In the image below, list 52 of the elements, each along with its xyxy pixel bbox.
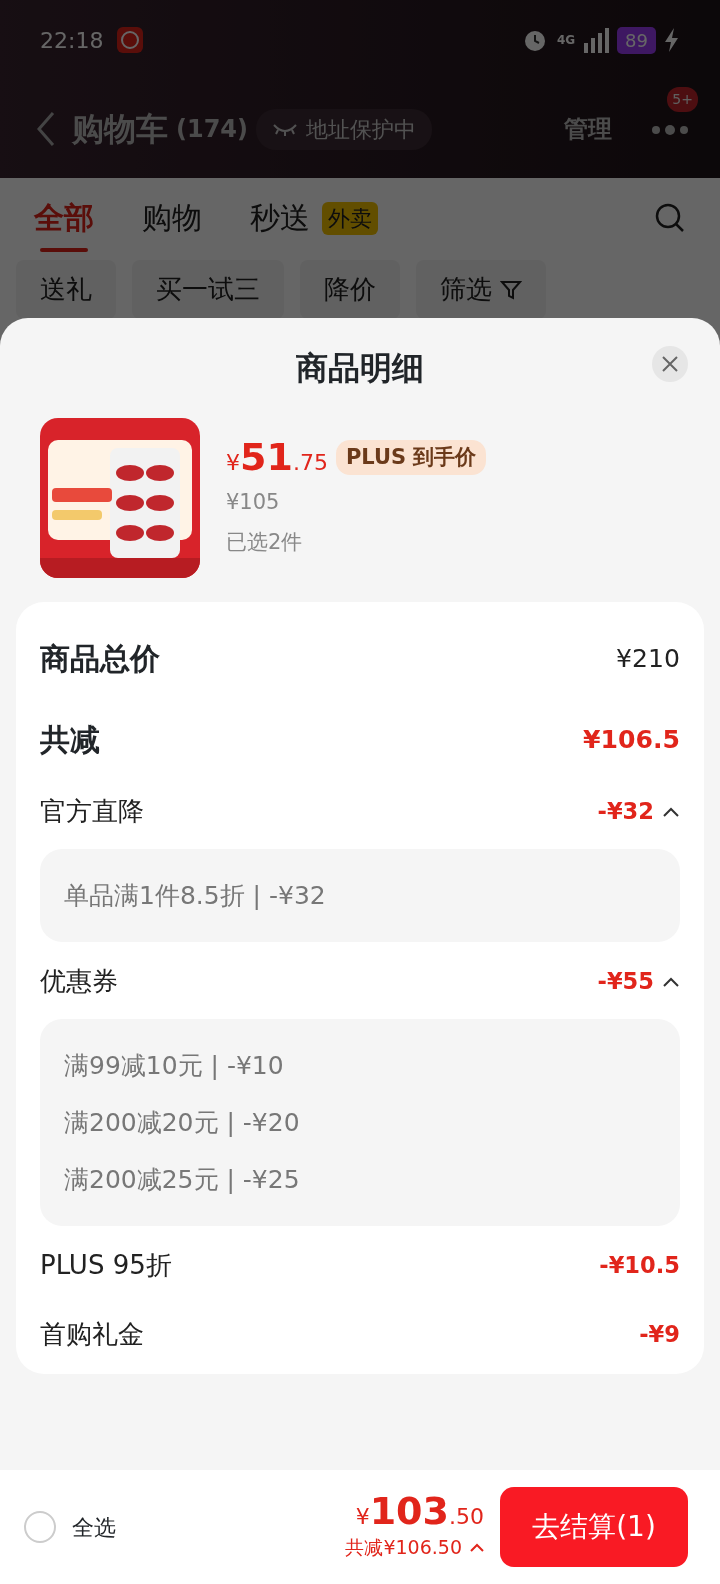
summary-value: -¥9 bbox=[639, 1319, 680, 1349]
summary-value: ¥210 bbox=[616, 642, 680, 675]
network-label: 4G bbox=[556, 32, 576, 49]
select-all-checkbox[interactable] bbox=[24, 1511, 56, 1543]
product-price: ¥51.75 bbox=[226, 438, 328, 479]
summary-label: 首购礼金 bbox=[40, 1318, 144, 1351]
manage-button[interactable]: 管理 bbox=[558, 110, 618, 148]
filter-chip[interactable]: 降价 bbox=[300, 260, 400, 319]
tab[interactable]: 秒送 bbox=[250, 182, 310, 254]
summary-value: ¥106.5 bbox=[583, 723, 680, 756]
close-icon bbox=[661, 355, 679, 373]
discount-detail: 单品满1件8.5折 | -¥32 bbox=[64, 880, 327, 912]
price-tag: PLUS 到手价 bbox=[335, 439, 487, 475]
filter-chip[interactable]: 筛选 bbox=[416, 260, 546, 319]
filter-icon bbox=[500, 278, 522, 301]
summary-label: PLUS 95折 bbox=[40, 1249, 172, 1282]
charging-icon bbox=[664, 28, 680, 52]
checkout-button[interactable]: 去结算(1) bbox=[500, 1487, 688, 1567]
sheet-title: 商品明细 bbox=[296, 348, 424, 389]
summary-value: -¥55 bbox=[597, 966, 654, 996]
summary-label: 商品总价 bbox=[40, 640, 160, 678]
battery-level: 89 bbox=[617, 26, 656, 54]
status-time: 22:18 bbox=[40, 26, 104, 55]
eye-icon bbox=[272, 122, 299, 136]
selected-count: 已选2件 bbox=[226, 528, 304, 556]
savings-text: 共减¥106.50 bbox=[345, 1535, 462, 1561]
signal-icon bbox=[583, 27, 610, 53]
total-price: ¥103.50 bbox=[355, 1492, 484, 1534]
select-all-label: 全选 bbox=[72, 1513, 116, 1542]
tab[interactable]: 全部 bbox=[34, 182, 94, 254]
discount-detail: 满200减20元 | -¥20 bbox=[64, 1107, 301, 1139]
summary-value: -¥10.5 bbox=[599, 1250, 680, 1280]
caret-up-icon[interactable] bbox=[662, 975, 680, 988]
item-count: (174) bbox=[176, 114, 249, 145]
original-price: ¥105 bbox=[226, 489, 281, 516]
app-icon bbox=[117, 27, 144, 53]
filter-chip[interactable]: 送礼 bbox=[16, 260, 116, 319]
summary-label: 共减 bbox=[40, 721, 100, 759]
tab[interactable]: 购物 bbox=[142, 182, 202, 254]
search-icon[interactable] bbox=[654, 202, 686, 234]
address-protection-chip[interactable]: 地址保护中 bbox=[256, 108, 433, 150]
tab-badge: 外卖 bbox=[322, 201, 378, 235]
caret-up-icon[interactable] bbox=[662, 805, 680, 818]
close-button[interactable] bbox=[652, 346, 688, 382]
summary-value: -¥32 bbox=[597, 796, 654, 826]
page-title: 购物车 bbox=[72, 109, 168, 150]
discount-detail: 满200减25元 | -¥25 bbox=[64, 1164, 301, 1196]
discount-detail: 满99减10元 | -¥10 bbox=[64, 1050, 285, 1082]
filter-chip[interactable]: 买一试三 bbox=[132, 260, 284, 319]
notification-badge: 5+ bbox=[667, 87, 698, 112]
summary-label: 官方直降 bbox=[40, 795, 144, 828]
summary-label: 优惠券 bbox=[40, 965, 118, 998]
